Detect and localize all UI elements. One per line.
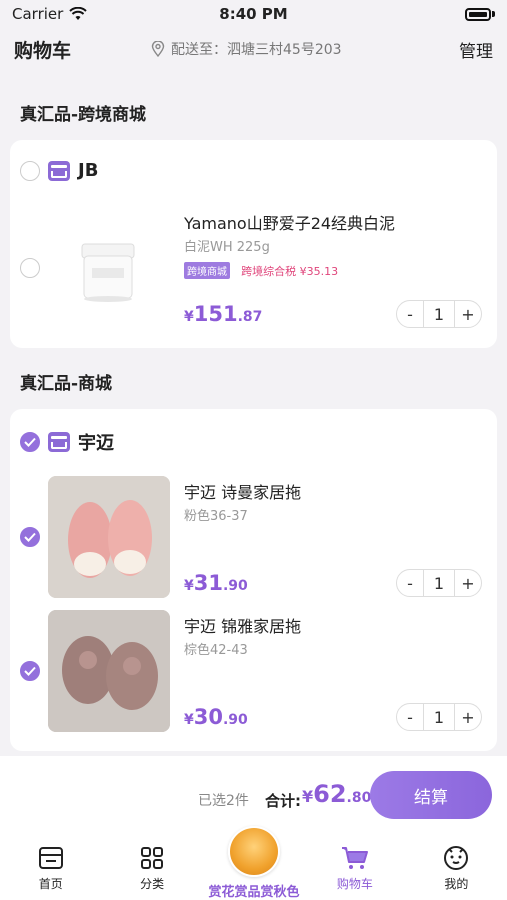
tab-mine-label: 我的 bbox=[444, 877, 469, 891]
product-spec: 粉色36-37 bbox=[184, 509, 248, 524]
flower-icon bbox=[228, 826, 280, 877]
smiley-icon bbox=[444, 846, 469, 870]
shop-icon bbox=[48, 432, 70, 452]
product-price: ¥31.90 bbox=[184, 571, 248, 595]
total-label: 合计: bbox=[265, 792, 301, 810]
product-tags: 跨境商城 跨境综合税 ¥35.13 bbox=[184, 260, 338, 279]
quantity-value[interactable]: 1 bbox=[423, 704, 455, 730]
page-title: 购物车 bbox=[14, 39, 72, 62]
decrement-button[interactable]: - bbox=[397, 570, 423, 596]
delivery-address[interactable]: 配送至：泗塘三村45号203 bbox=[151, 39, 342, 59]
decrement-button[interactable]: - bbox=[397, 301, 423, 327]
increment-button[interactable]: + bbox=[455, 704, 481, 730]
store-icon bbox=[38, 847, 63, 869]
quantity-stepper: - 1 + bbox=[396, 569, 482, 597]
section-title-crossborder: 真汇品-跨境商城 bbox=[20, 105, 147, 125]
tab-home-label: 首页 bbox=[38, 877, 63, 891]
shop-name[interactable]: JB bbox=[78, 160, 98, 181]
tab-cart[interactable]: 购物车 bbox=[304, 834, 405, 900]
product-spec: 白泥WH 225g bbox=[184, 240, 270, 255]
product-price: ¥30.90 bbox=[184, 705, 248, 729]
promo-label: 赏花赏品赏秋色 bbox=[208, 885, 300, 900]
status-bar: Carrier 8:40 PM bbox=[0, 0, 507, 28]
checkout-bar: 已选2件 合计: ¥62.80 结算 bbox=[0, 756, 507, 834]
product-name[interactable]: 宇迈 诗曼家居拖 bbox=[184, 479, 301, 503]
tab-home[interactable]: 首页 bbox=[0, 834, 101, 900]
increment-button[interactable]: + bbox=[455, 570, 481, 596]
address-text: 配送至：泗塘三村45号203 bbox=[171, 42, 342, 58]
location-pin-icon bbox=[151, 41, 165, 57]
grid-icon bbox=[141, 847, 164, 869]
tax-label: 跨境综合税 ¥35.13 bbox=[241, 265, 339, 278]
product-image[interactable] bbox=[48, 610, 170, 732]
shop-checkbox[interactable] bbox=[20, 160, 40, 181]
header: 购物车 配送至：泗塘三村45号203 管理 bbox=[0, 32, 507, 66]
item-checkbox[interactable] bbox=[20, 527, 40, 547]
decrement-button[interactable]: - bbox=[397, 704, 423, 730]
check-icon bbox=[24, 532, 36, 542]
item-checkbox[interactable] bbox=[20, 661, 40, 681]
selected-count: 已选2件 bbox=[198, 793, 249, 809]
cart-icon bbox=[341, 847, 368, 869]
product-name[interactable]: Yamano山野爱子24经典白泥 bbox=[184, 210, 395, 234]
wifi-icon bbox=[69, 7, 88, 20]
promo-banner-button[interactable]: 赏花赏品赏秋色 bbox=[202, 826, 306, 900]
product-name[interactable]: 宇迈 锦雅家居拖 bbox=[184, 613, 301, 637]
tab-category-label: 分类 bbox=[140, 877, 165, 891]
item-checkbox[interactable] bbox=[20, 258, 40, 278]
tab-cart-label: 购物车 bbox=[336, 877, 373, 891]
shop-card-yumai: 宇迈 宇迈 诗曼家居拖 粉色36-37 ¥31.90 - 1 + 宇迈 锦雅家居… bbox=[10, 409, 497, 751]
product-price: ¥151.87 bbox=[184, 302, 263, 326]
tab-category[interactable]: 分类 bbox=[101, 834, 202, 900]
quantity-value[interactable]: 1 bbox=[423, 570, 455, 596]
quantity-value[interactable]: 1 bbox=[423, 301, 455, 327]
tab-mine[interactable]: 我的 bbox=[406, 834, 507, 900]
product-image[interactable] bbox=[48, 476, 170, 598]
checkout-button[interactable]: 结算 bbox=[370, 771, 492, 819]
check-icon bbox=[24, 666, 36, 676]
crossborder-tag: 跨境商城 bbox=[184, 262, 230, 279]
quantity-stepper: - 1 + bbox=[396, 300, 482, 328]
product-image[interactable] bbox=[48, 206, 168, 326]
shop-name[interactable]: 宇迈 bbox=[78, 429, 114, 455]
shop-checkbox[interactable] bbox=[20, 432, 40, 452]
increment-button[interactable]: + bbox=[455, 301, 481, 327]
section-title-mall: 真汇品-商城 bbox=[20, 374, 113, 394]
shop-card-jb: JB Yamano山野爱子24经典白泥 白泥WH 225g 跨境商城 跨境综合税… bbox=[10, 140, 497, 348]
quantity-stepper: - 1 + bbox=[396, 703, 482, 731]
manage-button[interactable]: 管理 bbox=[459, 37, 493, 62]
total-amount: ¥62.80 bbox=[302, 780, 372, 808]
product-spec: 棕色42-43 bbox=[184, 643, 248, 658]
status-time: 8:40 PM bbox=[219, 5, 288, 23]
check-icon bbox=[24, 437, 36, 447]
carrier-label: Carrier bbox=[12, 5, 64, 23]
shop-icon bbox=[48, 160, 70, 181]
battery-icon bbox=[465, 7, 495, 21]
